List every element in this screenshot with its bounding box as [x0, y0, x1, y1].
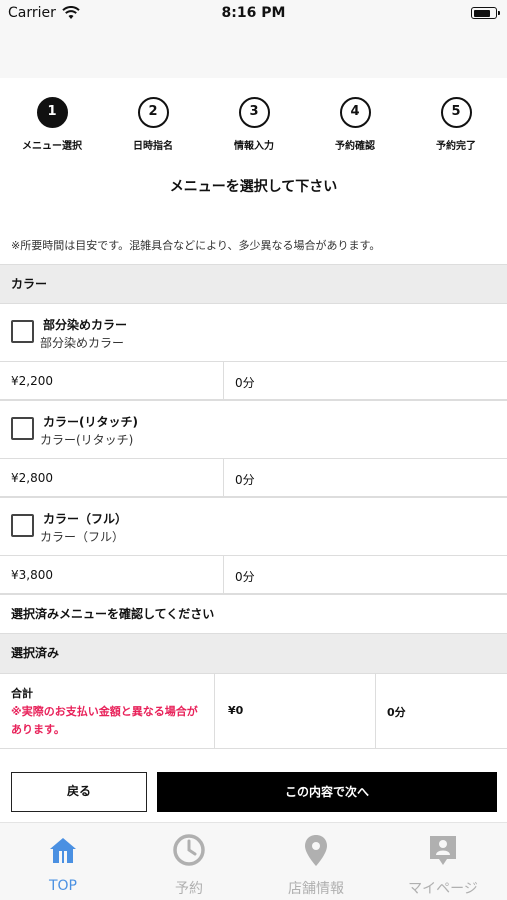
menu-item-checkbox[interactable]	[11, 417, 34, 440]
step-3: 3 情報入力	[209, 97, 299, 152]
divider	[223, 556, 224, 593]
step-5: 5 予約完了	[411, 97, 501, 152]
total-duration: 0分	[387, 706, 406, 719]
step-number: 1	[36, 97, 68, 128]
menu-item-price: ¥3,800	[11, 568, 53, 582]
back-button[interactable]: 戻る	[11, 772, 147, 812]
menu-item-subtitle: カラー（フル）	[40, 530, 125, 544]
tab-label: マイページ	[408, 881, 478, 897]
step-label: メニュー選択	[22, 141, 82, 152]
total-warning: ※実際のお支払い金額と異なる場合があります。	[11, 705, 198, 736]
menu-list: カラー 部分染めカラー 部分染めカラー ¥2,200 0分 カラー(リタッチ) …	[0, 264, 507, 749]
total-label: 合計	[11, 687, 33, 700]
step-number: 2	[137, 97, 169, 128]
step-label: 予約完了	[436, 141, 476, 152]
menu-item-duration: 0分	[235, 473, 255, 487]
clock-icon	[172, 833, 206, 867]
divider	[375, 674, 376, 748]
status-bar: Carrier 8:16 PM	[0, 0, 507, 28]
menu-item-title: 部分染めカラー	[43, 318, 128, 332]
step-1: 1 メニュー選択	[7, 97, 97, 152]
divider	[223, 362, 224, 399]
menu-item-price-row: ¥3,800 0分	[0, 556, 507, 595]
navigation-bar	[0, 28, 507, 78]
duration-note: ※所要時間は目安です。混雑具合などにより、多少異なる場合があります。	[11, 239, 381, 252]
tab-mypage[interactable]: マイページ	[380, 823, 506, 900]
selected-header: 選択済み	[0, 633, 507, 674]
menu-item-checkbox[interactable]	[11, 514, 34, 537]
clock: 8:16 PM	[221, 5, 286, 21]
step-2: 2 日時指名	[108, 97, 198, 152]
location-pin-icon	[299, 833, 333, 867]
menu-item-checkbox[interactable]	[11, 320, 34, 343]
step-number: 4	[339, 97, 371, 128]
step-label: 日時指名	[133, 141, 173, 152]
menu-item-title: カラー(リタッチ)	[43, 415, 138, 429]
tab-bar: TOP 予約 店舗情報 マイページ	[0, 822, 507, 900]
step-label: 情報入力	[234, 141, 274, 152]
tab-label: 予約	[175, 881, 203, 897]
divider	[214, 674, 215, 748]
progress-steps: 1 メニュー選択 2 日時指名 3 情報入力 4 予約確認 5 予約完了	[0, 97, 507, 157]
tab-label: 店舗情報	[288, 881, 344, 897]
menu-item[interactable]: 部分染めカラー 部分染めカラー	[0, 304, 507, 362]
menu-item-subtitle: カラー(リタッチ)	[40, 433, 134, 447]
menu-item-price-row: ¥2,200 0分	[0, 362, 507, 401]
menu-item-duration: 0分	[235, 570, 255, 584]
menu-item-duration: 0分	[235, 376, 255, 390]
home-icon	[46, 833, 80, 867]
menu-item-subtitle: 部分染めカラー	[40, 336, 125, 350]
total-row: 合計 ※実際のお支払い金額と異なる場合があります。 ¥0 0分	[0, 674, 507, 749]
step-label: 予約確認	[335, 141, 375, 152]
total-price: ¥0	[228, 704, 244, 717]
menu-item[interactable]: カラー（フル） カラー（フル）	[0, 498, 507, 556]
category-header: カラー	[0, 264, 507, 304]
step-number: 3	[238, 97, 270, 128]
profile-icon	[426, 833, 460, 867]
menu-item-price-row: ¥2,800 0分	[0, 459, 507, 498]
tab-reservation[interactable]: 予約	[126, 823, 252, 900]
step-number: 5	[440, 97, 472, 128]
tab-label: TOP	[48, 878, 77, 894]
menu-item-price: ¥2,800	[11, 471, 53, 485]
divider	[223, 459, 224, 496]
tab-store-info[interactable]: 店舗情報	[253, 823, 379, 900]
menu-item[interactable]: カラー(リタッチ) カラー(リタッチ)	[0, 401, 507, 459]
step-4: 4 予約確認	[310, 97, 400, 152]
menu-item-price: ¥2,200	[11, 374, 53, 388]
next-button[interactable]: この内容で次へ	[157, 772, 497, 812]
tab-top[interactable]: TOP	[0, 823, 126, 900]
battery-icon	[471, 7, 500, 19]
menu-item-title: カラー（フル）	[43, 512, 128, 526]
confirm-label: 選択済みメニューを確認してください	[11, 607, 215, 621]
page-title: メニューを選択して下さい	[169, 179, 338, 195]
